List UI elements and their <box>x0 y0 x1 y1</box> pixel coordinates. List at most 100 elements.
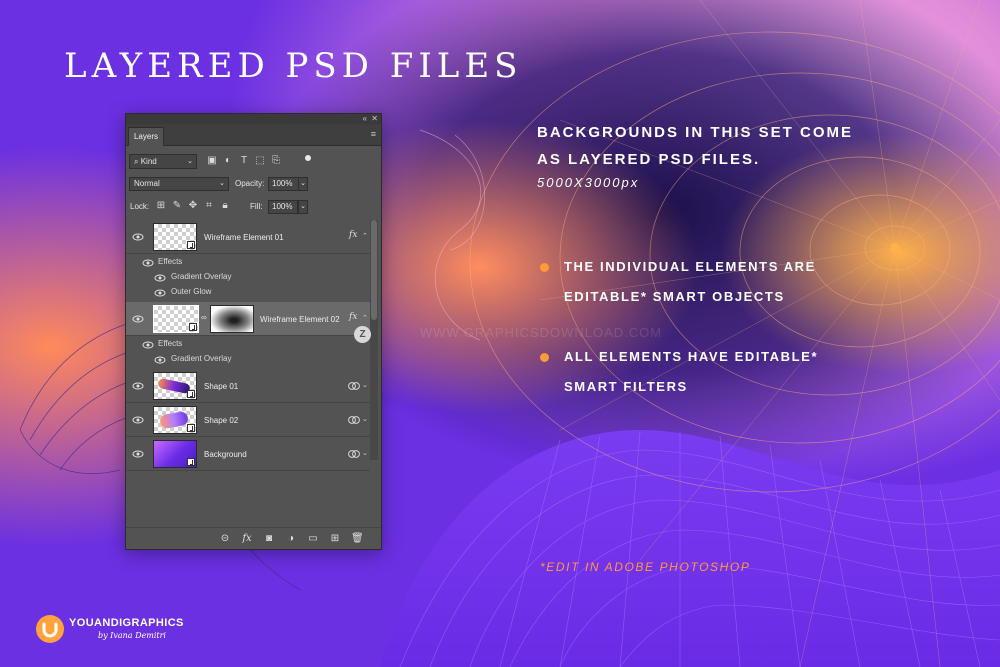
eye-icon[interactable] <box>142 339 154 351</box>
fx-icon[interactable]: fx <box>241 533 253 545</box>
smart-object-icon <box>187 390 195 398</box>
layer-row[interactable]: Shape 01 ⌄ <box>126 369 370 403</box>
lock-all-icon[interactable]: 🔒︎ <box>220 200 230 212</box>
lock-position-icon[interactable]: ✥ <box>188 200 198 212</box>
bullet-item: THE INDIVIDUAL ELEMENTS ARE EDITABLE* SM… <box>540 252 870 312</box>
fill-label: Fill: <box>250 202 263 211</box>
lock-artboard-icon[interactable]: ⌗ <box>204 200 214 212</box>
layer-row[interactable]: Wireframe Element 01 fx ⌃ <box>126 220 370 254</box>
smart-object-icon <box>187 458 195 466</box>
lock-row: Lock: ⊞ ✎ ✥ ⌗ 🔒︎ Fill: 100% ⌄ <box>129 200 377 215</box>
layer-name[interactable]: Wireframe Element 02 <box>260 315 340 324</box>
panel-tabs: Layers ≡ <box>126 124 381 146</box>
shape-filter-icon[interactable]: ⬚ <box>255 155 265 167</box>
eye-icon[interactable] <box>154 272 166 284</box>
smart-object-icon <box>189 323 197 331</box>
chevron-down-icon[interactable]: ⌄ <box>362 449 368 457</box>
layer-thumbnail <box>153 372 197 400</box>
eye-icon[interactable] <box>132 313 144 325</box>
blend-mode-select[interactable]: Normal ⌄ <box>129 177 229 191</box>
copy-title: BACKGROUNDS IN THIS SET COME AS LAYERED … <box>537 124 854 168</box>
chevron-down-icon[interactable]: ⌄ <box>362 381 368 389</box>
eye-icon[interactable] <box>154 287 166 299</box>
collapse-panel-icon[interactable]: « <box>363 114 367 123</box>
close-panel-icon[interactable]: ✕ <box>371 114 378 123</box>
lock-image-icon[interactable]: ✎ <box>172 200 182 212</box>
chevron-up-icon[interactable]: ⌃ <box>362 232 368 240</box>
chevron-down-icon[interactable]: ⌄ <box>362 415 368 423</box>
effect-row: Outer Glow <box>126 285 370 300</box>
mask-thumbnail[interactable] <box>210 305 254 333</box>
layer-name[interactable]: Shape 02 <box>204 416 238 425</box>
footnote: *EDIT IN ADOBE PHOTOSHOP <box>540 560 751 574</box>
brand: YOUANDIGRAPHICS by Ivana Demitri <box>36 613 216 649</box>
add-mask-icon[interactable]: ◙ <box>263 533 275 545</box>
layer-row-selected[interactable]: ∞ Wireframe Element 02 fx ⌃ <box>126 302 370 336</box>
new-group-icon[interactable]: ▭ <box>307 533 319 545</box>
eye-icon[interactable] <box>132 414 144 426</box>
lock-transparent-icon[interactable]: ⊞ <box>156 200 166 212</box>
fx-icon[interactable]: fx <box>349 230 357 240</box>
panel-menu-icon[interactable]: ≡ <box>371 130 376 139</box>
search-icon: ⌕ <box>134 157 139 166</box>
panel-title-strip: « ✕ <box>126 114 381 124</box>
opacity-label: Opacity: <box>235 179 265 188</box>
bullet-text: THE INDIVIDUAL ELEMENTS ARE EDITABLE* SM… <box>564 259 816 304</box>
brand-name: YOUANDIGRAPHICS <box>69 617 184 629</box>
type-filter-icon[interactable]: T <box>239 155 249 167</box>
effect-row: Gradient Overlay <box>126 352 370 367</box>
brand-subtitle: by Ivana Demitri <box>98 631 166 640</box>
opacity-dropdown-icon[interactable]: ⌄ <box>298 177 308 191</box>
effect-name: Outer Glow <box>171 287 212 296</box>
headline: LAYERED PSD FILES <box>64 46 523 86</box>
fx-icon[interactable]: fx <box>349 312 357 322</box>
eye-icon[interactable] <box>132 448 144 460</box>
adjustment-layer-icon[interactable]: ◑ <box>285 533 297 545</box>
adjustment-filter-icon[interactable]: ◐ <box>223 155 233 167</box>
chevron-down-icon: ⌄ <box>219 180 225 187</box>
eye-icon[interactable] <box>132 380 144 392</box>
smart-filter-icon[interactable] <box>348 449 360 459</box>
panel-footer: ⊝ fx ◙ ◑ ▭ ⊞ 🗑︎ <box>126 527 381 549</box>
scrollbar-thumb[interactable] <box>371 220 377 320</box>
copy-size: 5000X3000px <box>537 175 640 190</box>
bullet-dot-icon <box>540 263 549 272</box>
layer-row[interactable]: Shape 02 ⌄ <box>126 403 370 437</box>
blend-mode-value: Normal <box>134 179 160 188</box>
tab-layers[interactable]: Layers <box>128 127 164 146</box>
layers-panel: « ✕ Layers ≡ ⌕ Kind ⌄ ▣ ◐ T ⬚ ⎘ Normal ⌄… <box>125 113 382 550</box>
smart-object-icon <box>187 241 195 249</box>
image-filter-icon[interactable]: ▣ <box>207 155 217 167</box>
filter-toggle-icon[interactable] <box>305 155 311 161</box>
mask-link-icon[interactable]: ∞ <box>201 313 207 322</box>
effect-name: Gradient Overlay <box>171 354 232 363</box>
layer-name[interactable]: Wireframe Element 01 <box>204 233 284 242</box>
bullet-text: ALL ELEMENTS HAVE EDITABLE* SMART FILTER… <box>564 349 819 394</box>
eye-icon[interactable] <box>142 257 154 269</box>
eye-icon[interactable] <box>132 231 144 243</box>
blend-row: Normal ⌄ Opacity: 100% ⌄ <box>129 177 377 192</box>
chevron-down-icon: ⌄ <box>187 158 193 165</box>
chevron-up-icon[interactable]: ⌃ <box>362 314 368 322</box>
smart-filter-icon[interactable] <box>348 381 360 391</box>
smart-filter-icon[interactable] <box>348 415 360 425</box>
link-layers-icon[interactable]: ⊝ <box>219 533 231 545</box>
layer-name[interactable]: Background <box>204 450 247 459</box>
smart-object-icon <box>187 424 195 432</box>
smart-object-filter-icon[interactable]: ⎘ <box>271 155 281 167</box>
svg-text:WWW.GRAPHICSDOWNLOAD.COM: WWW.GRAPHICSDOWNLOAD.COM <box>420 325 662 340</box>
new-layer-icon[interactable]: ⊞ <box>329 533 341 545</box>
brand-logo-icon <box>36 615 64 643</box>
layer-name[interactable]: Shape 01 <box>204 382 238 391</box>
eye-icon[interactable] <box>154 354 166 366</box>
kind-filter-select[interactable]: ⌕ Kind ⌄ <box>129 154 197 169</box>
layer-thumbnail <box>153 305 199 333</box>
layers-list: Wireframe Element 01 fx ⌃ Effects Gradie… <box>126 220 370 471</box>
fill-field[interactable]: 100% <box>268 200 298 214</box>
effect-row: Gradient Overlay <box>126 270 370 285</box>
delete-layer-icon[interactable]: 🗑︎ <box>351 533 364 545</box>
bullet-dot-icon <box>540 353 549 362</box>
layers-scrollbar[interactable] <box>370 220 378 460</box>
layer-row[interactable]: Background ⌄ <box>126 437 370 471</box>
fill-dropdown-icon[interactable]: ⌄ <box>298 200 308 214</box>
